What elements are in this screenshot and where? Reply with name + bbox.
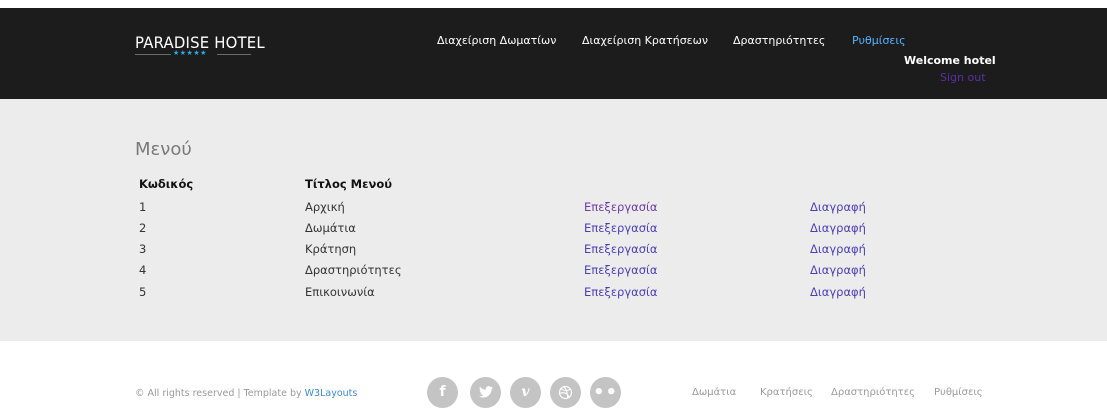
logo-divider — [135, 54, 171, 55]
row-id: 2 — [139, 221, 147, 235]
row-id: 5 — [139, 285, 147, 299]
column-header-menu-title: Τίτλος Μενού — [305, 177, 393, 191]
page: PARADISE HOTEL ★★★★★ Διαχείριση Δωματίων… — [0, 0, 1107, 408]
nav-room-management[interactable]: Διαχείριση Δωματίων — [437, 34, 556, 47]
dribbble-icon[interactable] — [550, 377, 581, 408]
logo[interactable]: PARADISE HOTEL ★★★★★ — [135, 33, 265, 57]
sign-out-link[interactable]: Sign out — [940, 71, 986, 84]
delete-link[interactable]: Διαγραφή — [810, 221, 866, 235]
edit-link[interactable]: Επεξεργασία — [584, 242, 657, 256]
content-area: Μενού Κωδικός Τίτλος Μενού 1 Αρχική Επεξ… — [0, 99, 1107, 341]
welcome-text: Welcome hotel — [904, 54, 996, 67]
row-title: Κράτηση — [305, 242, 357, 256]
nav-activities[interactable]: Δραστηριότητες — [733, 34, 825, 47]
row-title: Επικοινωνία — [305, 285, 375, 299]
row-id: 4 — [139, 263, 147, 277]
delete-link[interactable]: Διαγραφή — [810, 285, 866, 299]
edit-link[interactable]: Επεξεργασία — [584, 263, 657, 277]
delete-link[interactable]: Διαγραφή — [810, 200, 866, 214]
row-title: Αρχική — [305, 200, 345, 214]
vimeo-icon[interactable]: v — [510, 377, 541, 408]
footer-nav-activities[interactable]: Δραστηριότητες — [831, 387, 915, 398]
edit-link[interactable]: Επεξεργασία — [584, 285, 657, 299]
copyright-text: © All rights reserved | Template by — [135, 388, 302, 399]
page-title: Μενού — [135, 139, 192, 160]
column-header-id: Κωδικός — [139, 177, 194, 191]
footer-nav-rooms[interactable]: Δωμάτια — [692, 387, 736, 398]
footer-nav-bookings[interactable]: Κρατήσεις — [760, 387, 813, 398]
row-title: Δωμάτια — [305, 221, 356, 235]
facebook-icon[interactable]: f — [427, 377, 458, 408]
flickr-icon[interactable]: •• — [590, 377, 621, 408]
w3layouts-link[interactable]: W3Layouts — [305, 388, 358, 399]
header-bar: PARADISE HOTEL ★★★★★ Διαχείριση Δωματίων… — [0, 8, 1107, 99]
star-rating-icon: ★★★★★ — [173, 49, 207, 57]
twitter-icon[interactable] — [470, 377, 501, 408]
nav-settings[interactable]: Ρυθμίσεις — [852, 34, 906, 47]
delete-link[interactable]: Διαγραφή — [810, 242, 866, 256]
row-id: 1 — [139, 200, 147, 214]
copyright: © All rights reserved | Template by W3La… — [135, 388, 357, 399]
row-title: Δραστηριότητες — [305, 263, 402, 277]
edit-link[interactable]: Επεξεργασία — [584, 200, 657, 214]
footer-nav-settings[interactable]: Ρυθμίσεις — [934, 387, 983, 398]
nav-booking-management[interactable]: Διαχείριση Κρατήσεων — [582, 34, 708, 47]
logo-divider — [217, 54, 251, 55]
delete-link[interactable]: Διαγραφή — [810, 263, 866, 277]
edit-link[interactable]: Επεξεργασία — [584, 221, 657, 235]
row-id: 3 — [139, 242, 147, 256]
